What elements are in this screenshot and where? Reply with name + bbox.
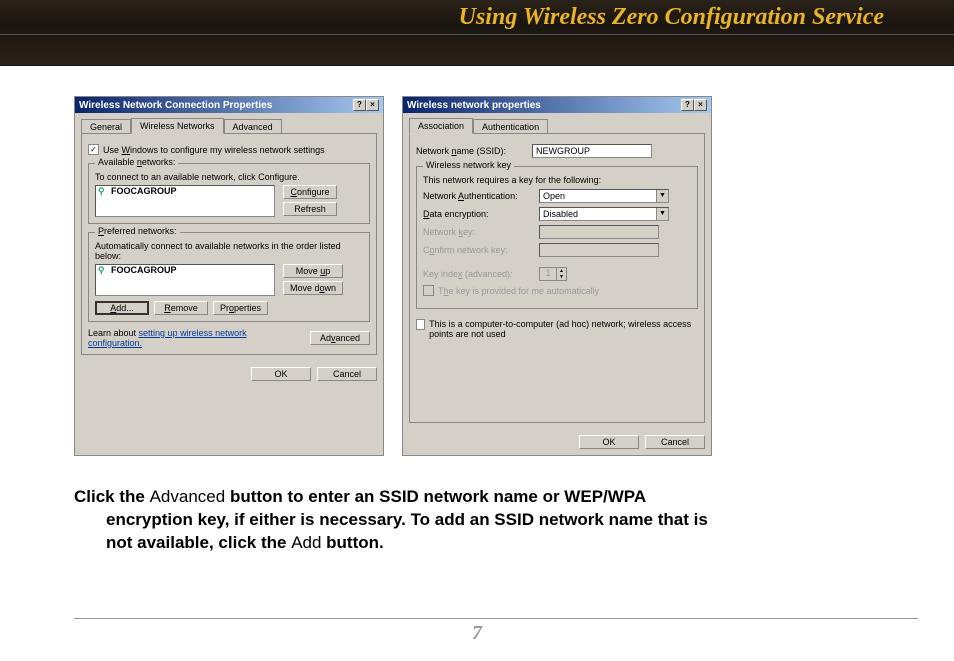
ssid-label: Network name (SSID): (416, 146, 526, 156)
network-icon: ⚲ (98, 186, 108, 196)
adhoc-label: This is a computer-to-computer (ad hoc) … (429, 319, 698, 339)
use-windows-checkbox[interactable]: ✓ (88, 144, 99, 155)
chevron-down-icon[interactable]: ▼ (656, 208, 668, 220)
key-hint: This network requires a key for the foll… (423, 175, 691, 185)
wireless-key-legend: Wireless network key (423, 160, 514, 170)
banner-divider (0, 34, 954, 35)
preferred-networks-list[interactable]: ⚲ FOOCAGROUP (95, 264, 275, 296)
confirm-key-input (539, 243, 659, 257)
tab-authentication[interactable]: Authentication (473, 119, 548, 134)
tabstrip: General Wireless Networks Advanced (81, 117, 377, 134)
encryption-label: Data encryption: (423, 209, 533, 219)
remove-button[interactable]: Remove (154, 301, 208, 315)
wireless-connection-properties-dialog: Wireless Network Connection Properties ?… (74, 96, 384, 456)
network-key-label: Network key: (423, 227, 533, 237)
tabstrip: Association Authentication (409, 117, 705, 134)
help-button[interactable]: ? (353, 99, 366, 111)
page-number: 7 (0, 622, 954, 645)
auth-label: Network Authentication: (423, 191, 533, 201)
cancel-button[interactable]: Cancel (317, 367, 377, 381)
tab-panel: ✓ Use Windows to configure my wireless n… (81, 133, 377, 355)
close-button[interactable]: × (694, 99, 707, 111)
ok-button[interactable]: OK (579, 435, 639, 449)
network-icon: ⚲ (98, 265, 108, 275)
move-up-button[interactable]: Move up (283, 264, 343, 278)
auth-dropdown[interactable]: Open ▼ (539, 189, 669, 203)
network-name: FOOCAGROUP (111, 186, 177, 196)
advanced-button[interactable]: Advanced (310, 331, 370, 345)
ok-button[interactable]: OK (251, 367, 311, 381)
key-index-value: 1 (540, 268, 556, 280)
close-button[interactable]: × (366, 99, 379, 111)
network-key-input (539, 225, 659, 239)
autokey-checkbox (423, 285, 434, 296)
titlebar: Wireless network properties ? × (403, 97, 711, 113)
page-title: Using Wireless Zero Configuration Servic… (459, 4, 884, 31)
confirm-key-label: Confirm network key: (423, 245, 533, 255)
dialog-title: Wireless network properties (407, 100, 541, 111)
tab-advanced[interactable]: Advanced (224, 119, 282, 134)
adhoc-checkbox[interactable] (416, 319, 425, 330)
preferred-networks-legend: Preferred networks: (95, 226, 180, 236)
list-item[interactable]: ⚲ FOOCAGROUP (96, 265, 274, 275)
tab-wireless-networks[interactable]: Wireless Networks (131, 118, 224, 134)
tab-general[interactable]: General (81, 119, 131, 134)
wireless-key-group: Wireless network key This network requir… (416, 166, 698, 309)
tab-association[interactable]: Association (409, 118, 473, 134)
properties-button[interactable]: Properties (213, 301, 268, 315)
chevron-down-icon[interactable]: ▼ (656, 190, 668, 202)
tab-panel: Network name (SSID): NEWGROUP Wireless n… (409, 133, 705, 423)
autokey-label: The key is provided for me automatically (438, 286, 599, 296)
key-index-spinner: 1 ▲▼ (539, 267, 567, 281)
preferred-hint: Automatically connect to available netwo… (95, 241, 363, 261)
cancel-button[interactable]: Cancel (645, 435, 705, 449)
auth-value: Open (540, 191, 656, 201)
add-button[interactable]: Add... (95, 301, 149, 315)
learn-about-text: Learn about (88, 328, 139, 338)
available-networks-list[interactable]: ⚲ FOOCAGROUP (95, 185, 275, 217)
preferred-networks-group: Preferred networks: Automatically connec… (88, 232, 370, 322)
footer-divider (74, 618, 918, 619)
configure-button[interactable]: Configure (283, 185, 337, 199)
available-networks-legend: Available networks: (95, 157, 178, 167)
list-item[interactable]: ⚲ FOOCAGROUP (96, 186, 274, 196)
titlebar: Wireless Network Connection Properties ?… (75, 97, 383, 113)
wireless-network-properties-dialog: Wireless network properties ? × Associat… (402, 96, 712, 456)
available-hint: To connect to an available network, clic… (95, 172, 363, 182)
dialog-title: Wireless Network Connection Properties (79, 100, 272, 111)
encryption-value: Disabled (540, 209, 656, 219)
key-index-label: Key index (advanced): (423, 269, 533, 279)
spinner-arrows-icon: ▲▼ (556, 268, 566, 280)
encryption-dropdown[interactable]: Disabled ▼ (539, 207, 669, 221)
instruction-text: Click the Advanced button to enter an SS… (74, 486, 880, 555)
available-networks-group: Available networks: To connect to an ava… (88, 163, 370, 224)
refresh-button[interactable]: Refresh (283, 202, 337, 216)
page-banner: Using Wireless Zero Configuration Servic… (0, 0, 954, 66)
network-name: FOOCAGROUP (111, 265, 177, 275)
move-down-button[interactable]: Move down (283, 281, 343, 295)
use-windows-label: Use Windows to configure my wireless net… (103, 145, 325, 155)
help-button[interactable]: ? (681, 99, 694, 111)
ssid-input[interactable]: NEWGROUP (532, 144, 652, 158)
